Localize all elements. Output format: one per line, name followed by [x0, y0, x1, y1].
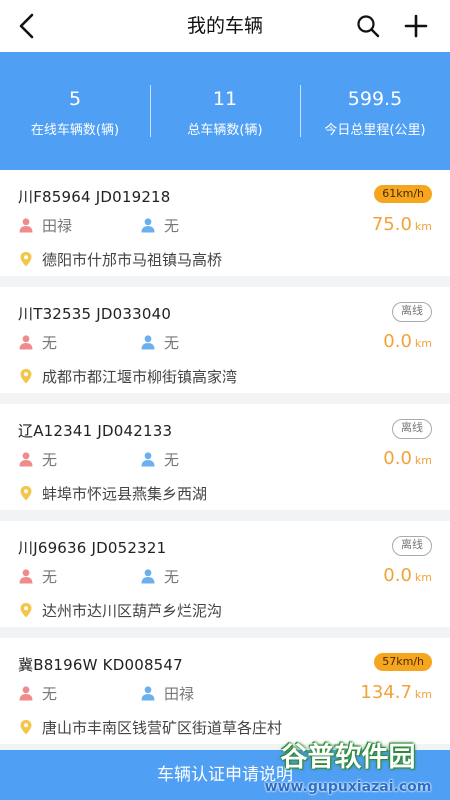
mileage-value: 0.0 km — [383, 448, 432, 469]
mileage-unit: km — [414, 571, 432, 584]
stat-label: 在线车辆数(辆) — [30, 123, 120, 138]
mileage-number: 0.0 — [383, 565, 412, 586]
stat-value: 11 — [212, 88, 238, 110]
watermark-main-text: 谷普软件园 — [280, 742, 416, 773]
driver-name: 无 — [42, 451, 58, 469]
driver-person-icon — [19, 335, 33, 350]
mileage-value: 0.0 km — [383, 331, 432, 352]
vehicle-card[interactable]: 川J69636 JD052321 离线 无 无 0.0 km 达州市达川区葫芦乡烂… — [0, 521, 450, 627]
location-text: 成都市都江堰市柳街镇高家湾 — [42, 368, 238, 386]
vehicle-plate: 辽A12341 JD042133 — [18, 422, 173, 440]
vehicle-card[interactable]: 川T32535 JD033040 离线 无 无 0.0 km 成都市都江堰市柳街镇… — [0, 287, 450, 393]
mileage-unit: km — [414, 454, 432, 467]
driver-person-icon — [19, 218, 33, 233]
vehicle-plate: 川J69636 JD052321 — [18, 539, 167, 557]
offline-badge: 离线 — [392, 419, 432, 439]
vehicle-card[interactable]: 辽A12341 JD042133 离线 无 无 0.0 km 蚌埠市怀远县燕集乡西… — [0, 404, 450, 510]
codriver-person-icon — [141, 452, 155, 467]
mileage-number: 0.0 — [383, 448, 412, 469]
location-pin-icon — [20, 720, 32, 735]
codriver-person-icon — [141, 569, 155, 584]
stat-today-mileage: 599.5 今日总里程(公里) — [300, 52, 450, 170]
location-text: 达州市达川区葫芦乡烂泥沟 — [42, 602, 223, 620]
speed-badge: 57km/h — [374, 653, 432, 671]
location-pin-icon — [20, 603, 32, 618]
plus-icon[interactable] — [402, 12, 430, 40]
offline-badge: 离线 — [392, 536, 432, 556]
codriver-person-icon — [141, 335, 155, 350]
top-navigation-bar: 我的车辆 — [0, 0, 450, 52]
watermark-url-text: www.gupuxiazai.com — [264, 779, 432, 795]
mileage-unit: km — [414, 220, 432, 233]
vehicle-stats-panel: 5 在线车辆数(辆) 11 总车辆数(辆) 599.5 今日总里程(公里) — [0, 52, 450, 170]
driver-name: 无 — [42, 685, 58, 703]
vehicle-plate: 川T32535 JD033040 — [18, 305, 172, 323]
vehicle-plate: 冀B8196W KD008547 — [18, 656, 183, 674]
location-text: 唐山市丰南区钱营矿区街道草各庄村 — [42, 719, 283, 737]
driver-person-icon — [19, 569, 33, 584]
codriver-person-icon — [141, 686, 155, 701]
mileage-number: 134.7 — [360, 682, 412, 703]
mileage-number: 75.0 — [371, 214, 412, 235]
codriver-name: 无 — [164, 568, 180, 586]
offline-badge: 离线 — [392, 302, 432, 322]
mileage-number: 0.0 — [383, 331, 412, 352]
stat-label: 今日总里程(公里) — [324, 123, 426, 138]
page-title: 我的车辆 — [186, 15, 263, 37]
location-pin-icon — [20, 252, 32, 267]
codriver-name: 无 — [164, 334, 180, 352]
vehicle-card[interactable]: 冀B8196W KD008547 57km/h 无 田禄 134.7 km 唐山市… — [0, 638, 450, 744]
stat-total-vehicles: 11 总车辆数(辆) — [150, 52, 300, 170]
driver-name: 田禄 — [42, 217, 73, 235]
stat-value: 599.5 — [347, 88, 403, 110]
codriver-person-icon — [141, 218, 155, 233]
location-pin-icon — [20, 369, 32, 384]
mileage-value: 0.0 km — [383, 565, 432, 586]
driver-name: 无 — [42, 334, 58, 352]
stat-value: 5 — [68, 88, 82, 110]
mileage-value: 134.7 km — [360, 682, 432, 703]
stat-label: 总车辆数(辆) — [187, 123, 263, 138]
location-pin-icon — [20, 486, 32, 501]
codriver-name: 无 — [164, 451, 180, 469]
location-text: 德阳市什邡市马祖镇马高桥 — [42, 251, 223, 269]
driver-person-icon — [19, 686, 33, 701]
stat-online-vehicles: 5 在线车辆数(辆) — [0, 52, 150, 170]
vehicle-list: 川F85964 JD019218 61km/h 田禄 无 75.0 km 德阳市什… — [0, 170, 450, 800]
driver-name: 无 — [42, 568, 58, 586]
search-icon[interactable] — [354, 12, 382, 40]
mileage-unit: km — [414, 688, 432, 701]
driver-person-icon — [19, 452, 33, 467]
codriver-name: 无 — [164, 217, 180, 235]
location-text: 蚌埠市怀远县燕集乡西湖 — [42, 485, 208, 503]
site-watermark: 谷普软件园 www.gupuxiazai.com — [248, 738, 448, 796]
speed-badge: 61km/h — [374, 185, 432, 203]
vehicle-plate: 川F85964 JD019218 — [18, 188, 171, 206]
vehicle-card[interactable]: 川F85964 JD019218 61km/h 田禄 无 75.0 km 德阳市什… — [0, 170, 450, 276]
mileage-unit: km — [414, 337, 432, 350]
codriver-name: 田禄 — [164, 685, 195, 703]
mileage-value: 75.0 km — [372, 214, 432, 235]
